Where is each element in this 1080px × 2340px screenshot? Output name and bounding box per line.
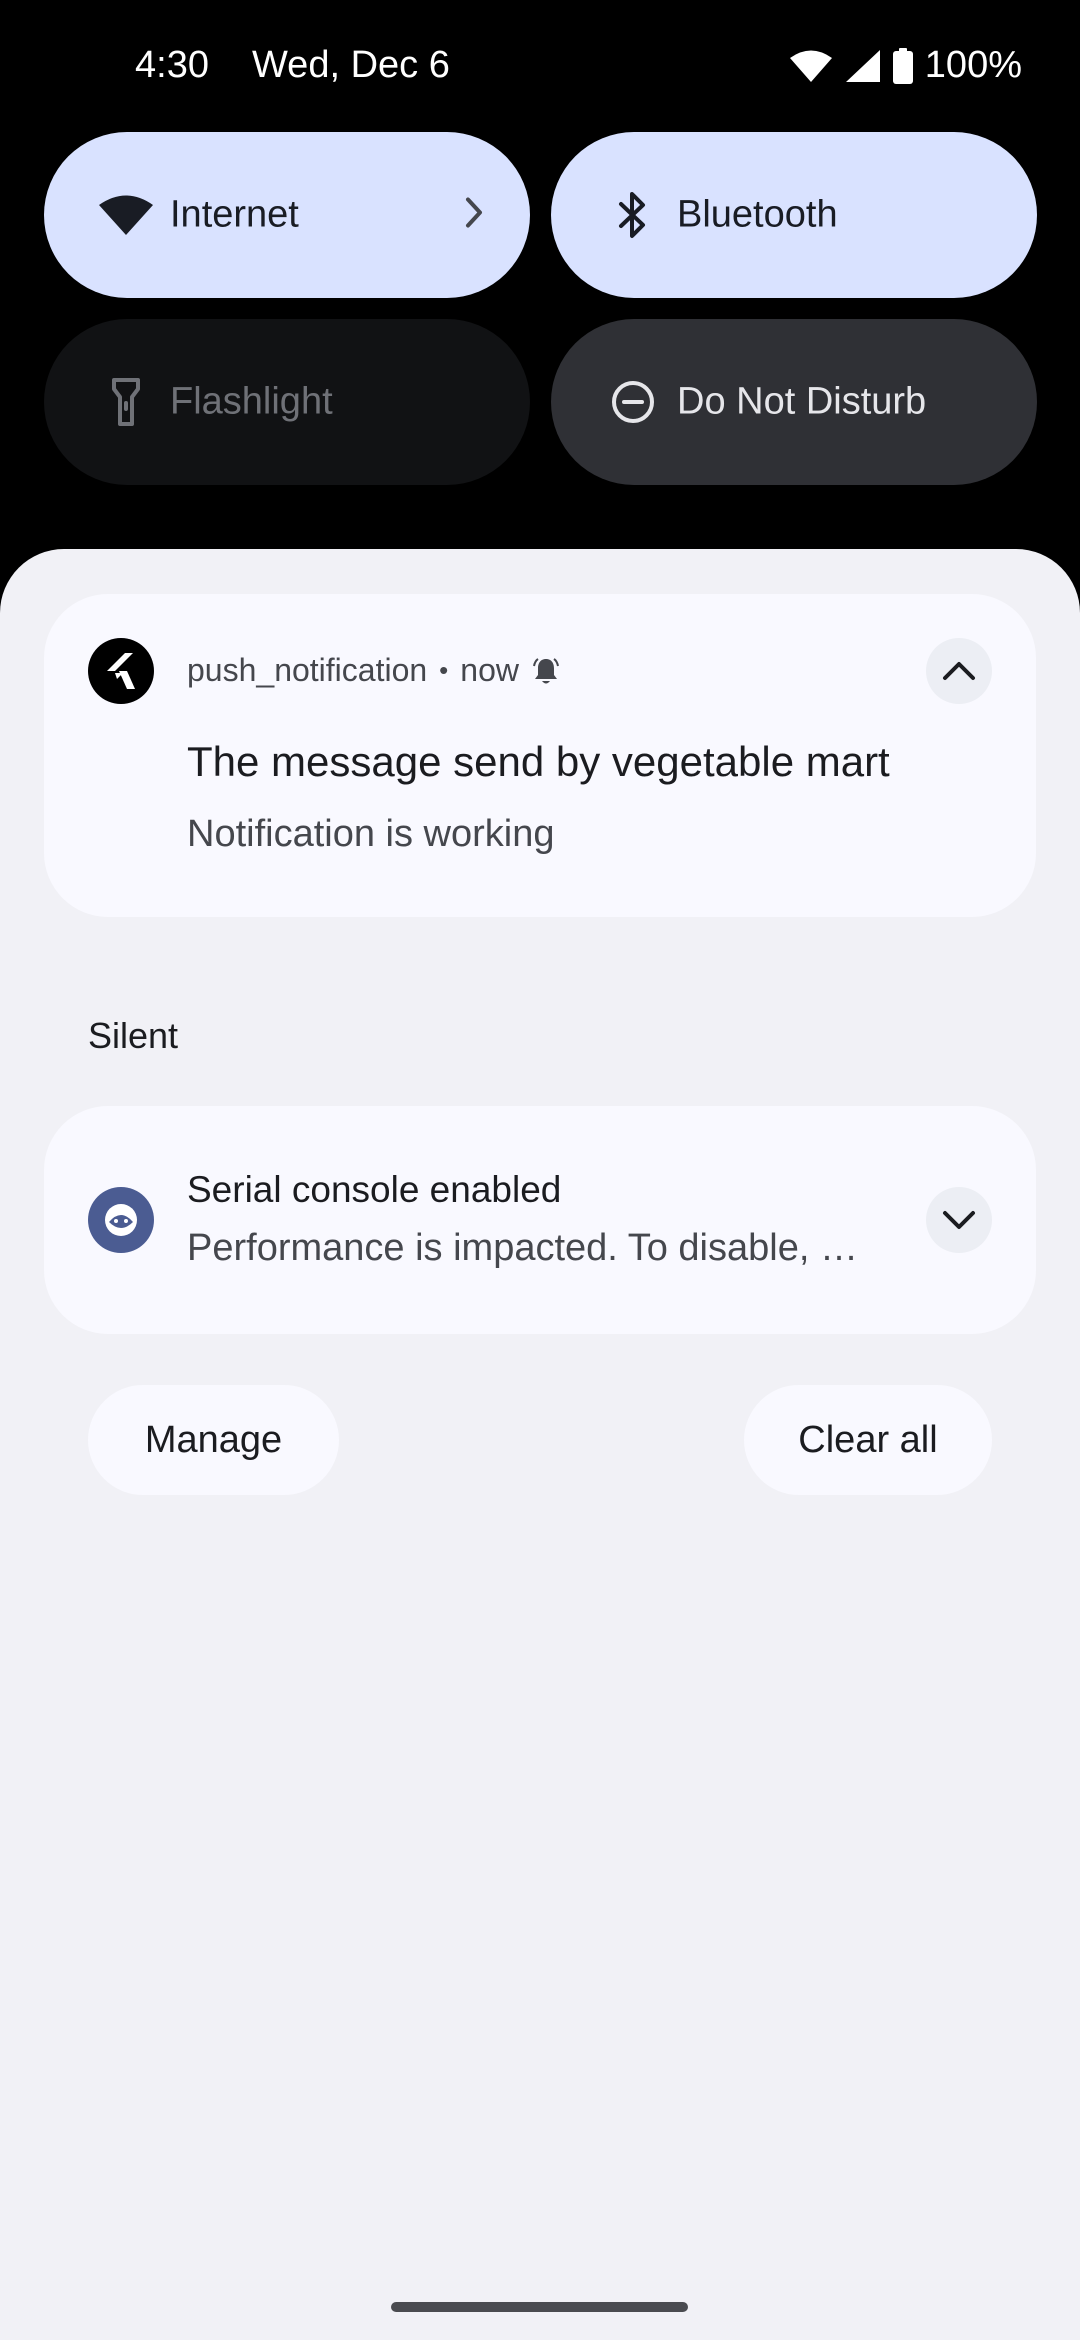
silent-notification-card[interactable]	[44, 1106, 1036, 1334]
meta-separator: •	[439, 655, 449, 685]
tile-do-not-disturb[interactable]: Do Not Disturb	[551, 319, 1037, 485]
collapse-button[interactable]	[926, 638, 992, 704]
chevron-right-icon	[464, 197, 484, 234]
expand-button[interactable]	[926, 1187, 992, 1253]
chevron-down-icon	[943, 1211, 975, 1229]
notification-title: The message send by vegetable mart	[187, 738, 890, 785]
silent-notification-title: Serial console enabled	[187, 1169, 562, 1210]
status-time: 4:30	[135, 44, 209, 86]
status-date: Wed, Dec 6	[252, 44, 450, 86]
home-indicator[interactable]	[391, 2302, 688, 2312]
bluetooth-icon	[618, 191, 648, 239]
wifi-icon	[789, 50, 832, 82]
chevron-up-icon	[943, 662, 975, 680]
tile-flashlight-label: Flashlight	[170, 380, 333, 423]
manage-button[interactable]: Manage	[88, 1385, 339, 1495]
notification-meta: push_notification • now	[187, 652, 561, 689]
bell-icon	[533, 657, 559, 683]
wifi-icon	[98, 194, 154, 236]
battery-percent: 100%	[924, 44, 1022, 86]
tile-bluetooth-label: Bluetooth	[677, 193, 838, 236]
silent-notification-text: Performance is impacted. To disable, …	[187, 1227, 858, 1269]
cell-signal-icon	[845, 49, 880, 82]
tile-flashlight[interactable]: Flashlight	[44, 319, 530, 485]
notification-time: now	[460, 652, 519, 688]
tile-internet[interactable]: Internet	[44, 132, 530, 298]
clear-all-button[interactable]: Clear all	[744, 1385, 992, 1495]
flashlight-icon	[111, 377, 141, 427]
tile-bluetooth[interactable]: Bluetooth	[551, 132, 1037, 298]
flutter-app-icon	[88, 638, 154, 704]
android-debug-icon	[88, 1187, 154, 1253]
battery-icon	[892, 47, 913, 84]
silent-section-label: Silent	[88, 1015, 179, 1056]
do-not-disturb-icon	[611, 380, 655, 424]
tile-internet-label: Internet	[170, 193, 299, 236]
notification-text: Notification is working	[187, 813, 555, 855]
tile-do-not-disturb-label: Do Not Disturb	[677, 380, 927, 423]
status-bar: 4:30 Wed, Dec 6 100%	[0, 0, 1080, 130]
notification-app-name: push_notification	[187, 652, 428, 688]
status-icons: 100%	[789, 44, 1022, 87]
